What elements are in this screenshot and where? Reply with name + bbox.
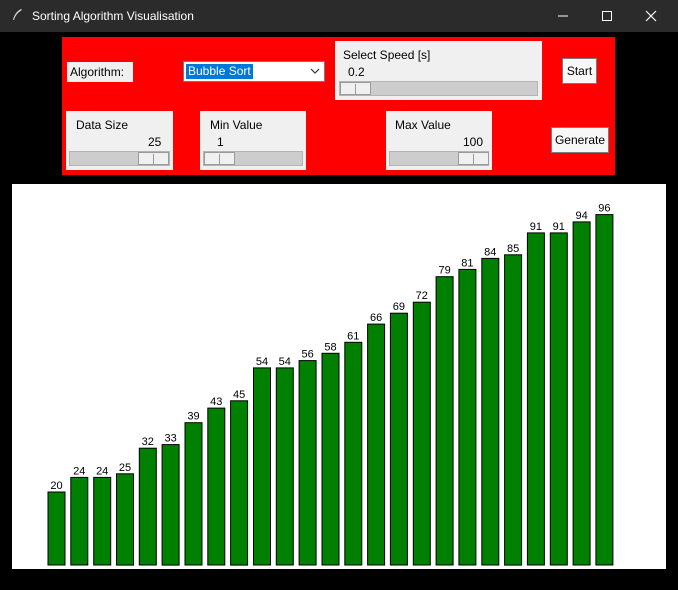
algorithm-label: Algorithm: — [67, 62, 133, 82]
bar — [344, 341, 363, 566]
close-button[interactable] — [628, 0, 674, 32]
max-value-label: Max Value — [395, 118, 451, 132]
bar-value-label: 54 — [279, 356, 291, 368]
bar-value-label: 94 — [575, 210, 587, 222]
bar — [93, 476, 112, 566]
bar — [481, 257, 500, 566]
bar-value-label: 72 — [416, 290, 428, 302]
min-value-value: 1 — [217, 135, 224, 149]
bar — [504, 254, 523, 566]
window-title: Sorting Algorithm Visualisation — [32, 9, 194, 23]
bar — [549, 232, 568, 566]
bar-value-label: 39 — [187, 411, 199, 423]
data-size-group: Data Size 25 — [66, 111, 173, 170]
bar — [70, 476, 89, 566]
bar — [321, 352, 340, 566]
bar — [230, 400, 249, 566]
speed-group: Select Speed [s] 0.2 — [335, 41, 542, 100]
bar-value-label: 24 — [73, 465, 85, 477]
bar-value-label: 45 — [233, 389, 245, 401]
bar — [412, 301, 431, 566]
maximize-icon — [602, 11, 612, 21]
bar — [184, 422, 203, 566]
max-value-slider-thumb[interactable] — [458, 152, 489, 165]
data-size-slider[interactable] — [69, 151, 170, 166]
min-value-group: Min Value 1 — [200, 111, 306, 170]
bar-value-label: 56 — [301, 349, 313, 361]
data-size-value: 25 — [148, 135, 162, 149]
bar — [47, 491, 66, 566]
minimize-icon — [558, 15, 568, 17]
speed-value: 0.2 — [348, 65, 365, 79]
start-button[interactable]: Start — [562, 58, 597, 84]
bar — [595, 214, 614, 566]
speed-slider[interactable] — [339, 81, 538, 96]
bar — [367, 323, 386, 566]
bar-value-label: 85 — [507, 243, 519, 255]
bar-value-label: 54 — [256, 356, 268, 368]
min-value-label: Min Value — [210, 118, 263, 132]
algorithm-selected-value: Bubble Sort — [186, 64, 253, 79]
min-value-slider[interactable] — [203, 151, 303, 166]
title-bar: Sorting Algorithm Visualisation — [0, 0, 678, 32]
max-value-value: 100 — [463, 135, 484, 149]
maximize-button[interactable] — [584, 0, 630, 32]
bar-value-label: 81 — [461, 257, 473, 269]
bar — [435, 276, 454, 566]
data-size-slider-thumb[interactable] — [138, 152, 169, 165]
data-size-label: Data Size — [76, 118, 129, 132]
bar — [116, 473, 134, 566]
bar-value-label: 43 — [210, 396, 222, 408]
bar — [275, 367, 294, 566]
speed-slider-thumb[interactable] — [340, 82, 371, 95]
bar-value-label: 91 — [530, 221, 542, 233]
bar-chart: 20 24 24 25 32 33 39 43 45 54 54 56 58 61 66 69 72 79 81 84… — [47, 203, 614, 566]
bar-value-label: 33 — [164, 433, 176, 445]
max-value-slider[interactable] — [389, 151, 489, 166]
bar-value-label: 91 — [553, 221, 565, 233]
feather-icon — [13, 9, 22, 20]
bar-value-label: 24 — [96, 465, 108, 477]
bar-value-label: 69 — [393, 301, 405, 313]
bar — [138, 447, 157, 566]
chevron-down-icon — [310, 68, 320, 74]
bar — [572, 221, 591, 566]
bar — [207, 407, 226, 566]
speed-label: Select Speed [s] — [343, 48, 431, 62]
bar-value-label: 32 — [142, 436, 154, 448]
bar — [298, 360, 317, 566]
bar-value-label: 58 — [324, 341, 336, 353]
generate-button[interactable]: Generate — [551, 127, 609, 153]
bar — [389, 312, 408, 566]
bar — [161, 444, 180, 566]
close-icon — [645, 10, 657, 22]
minimize-button[interactable] — [540, 0, 586, 32]
bar — [458, 268, 477, 566]
bar-value-label: 66 — [370, 312, 382, 324]
bar-value-label: 20 — [50, 480, 62, 492]
algorithm-select[interactable]: Bubble Sort — [183, 61, 325, 82]
bar-value-label: 25 — [119, 462, 131, 474]
max-value-group: Max Value 100 — [386, 111, 492, 170]
visualisation-canvas: 20 24 24 25 32 33 39 43 45 54 54 56 58 61 66 69 72 79 81 84… — [12, 184, 666, 569]
bar — [253, 367, 271, 566]
bar-value-label: 79 — [438, 265, 450, 277]
bar-value-label: 61 — [347, 330, 359, 342]
bar-value-label: 96 — [598, 203, 610, 215]
bar-value-label: 84 — [484, 246, 496, 258]
bar — [526, 232, 545, 566]
min-value-slider-thumb[interactable] — [204, 152, 235, 165]
